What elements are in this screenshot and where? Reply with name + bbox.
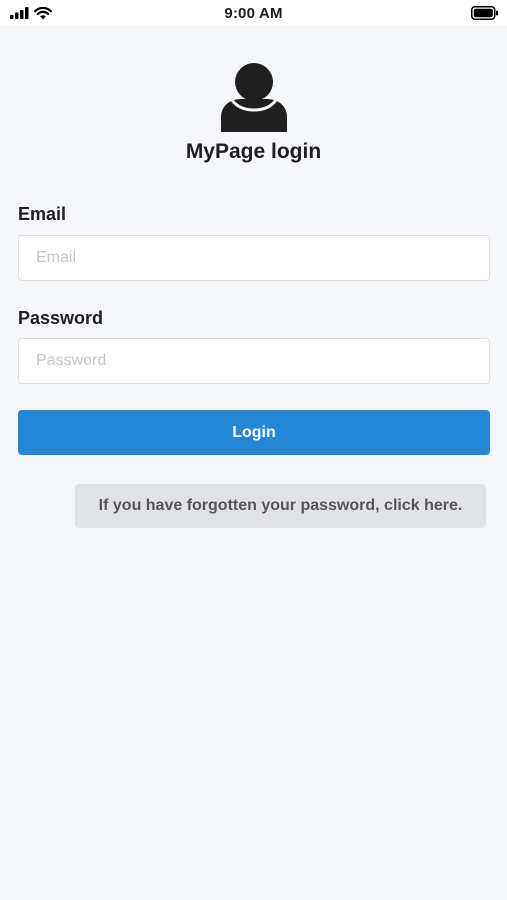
status-bar: 9:00 AM (0, 0, 507, 26)
login-button[interactable]: Login (18, 410, 490, 455)
password-label: Password (18, 308, 104, 328)
status-time: 9:00 AM (224, 5, 283, 22)
page-title: MyPage login (185, 140, 322, 163)
user-silhouette-icon (221, 63, 287, 132)
email-label: Email (18, 204, 67, 224)
password-field[interactable] (18, 338, 490, 384)
email-field[interactable] (18, 235, 490, 281)
status-right-group (471, 6, 499, 25)
forgot-password-button[interactable]: If you have forgotten your password, cli… (75, 484, 486, 528)
battery-icon (471, 6, 498, 20)
